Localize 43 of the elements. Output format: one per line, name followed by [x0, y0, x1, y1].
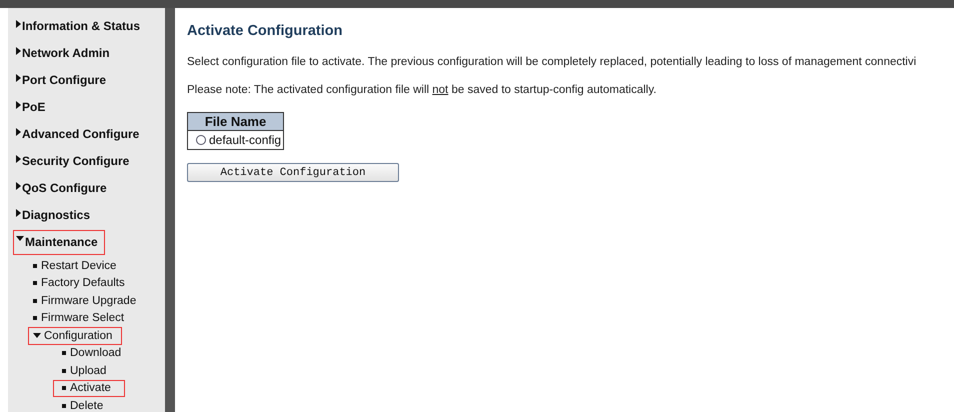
menu-item[interactable]: Upload: [53, 362, 116, 380]
menu-item[interactable]: Download: [53, 344, 130, 362]
activate-button[interactable]: Activate Configuration: [187, 163, 399, 182]
menu-item[interactable]: Maintenance: [13, 230, 105, 255]
paragraph: Select configuration file to activate. The previous configuration will be completely replaced, potentially leading to loss of management connectivi: [187, 56, 916, 68]
menu-item[interactable]: Information & Status: [13, 14, 144, 39]
menu-item[interactable]: Activate: [53, 380, 125, 397]
caret-right-icon: [16, 20, 21, 28]
caret-right-icon: [16, 47, 21, 55]
menu-item[interactable]: Restart Device: [28, 257, 126, 274]
paragraph: Please note: The activated configuration file will not be saved to startup-config automatically.: [187, 84, 656, 96]
bullet-icon: [33, 298, 37, 303]
caret-right-icon: [16, 74, 21, 82]
column-header: File Name: [188, 112, 284, 130]
radio-option[interactable]: default-config: [196, 133, 282, 147]
caret-right-icon: [16, 101, 21, 109]
caret-down-icon: [33, 333, 41, 338]
menu-item[interactable]: QoS Configure: [13, 176, 111, 201]
menu-item[interactable]: Firmware Select: [28, 310, 134, 327]
menu-item[interactable]: Firmware Upgrade: [28, 292, 146, 310]
caret-right-icon: [16, 209, 21, 217]
caret-right-icon: [16, 128, 21, 136]
bullet-icon: [62, 368, 66, 373]
menu-item[interactable]: Security Configure: [13, 149, 134, 174]
bullet-icon: [33, 316, 37, 320]
bullet-icon: [33, 281, 37, 286]
page-title: Activate Configuration: [187, 23, 342, 39]
caret-right-icon: [16, 155, 21, 163]
menu-item[interactable]: Port Configure: [13, 68, 110, 93]
menu-item[interactable]: Configuration: [28, 327, 122, 344]
bullet-icon: [62, 351, 66, 356]
menu-item[interactable]: Delete: [53, 397, 112, 412]
menu-item[interactable]: PoE: [13, 95, 50, 120]
bullet-icon: [62, 386, 66, 390]
bullet-icon: [62, 404, 66, 408]
menu-item[interactable]: Diagnostics: [13, 203, 94, 228]
bullet-icon: [33, 264, 37, 268]
caret-right-icon: [16, 182, 21, 190]
menu-item[interactable]: Factory Defaults: [28, 274, 134, 292]
caret-down-icon: [16, 236, 24, 241]
menu-item[interactable]: Advanced Configure: [13, 122, 144, 147]
radio-button[interactable]: [196, 135, 206, 145]
menu-item[interactable]: Network Admin: [13, 41, 114, 66]
